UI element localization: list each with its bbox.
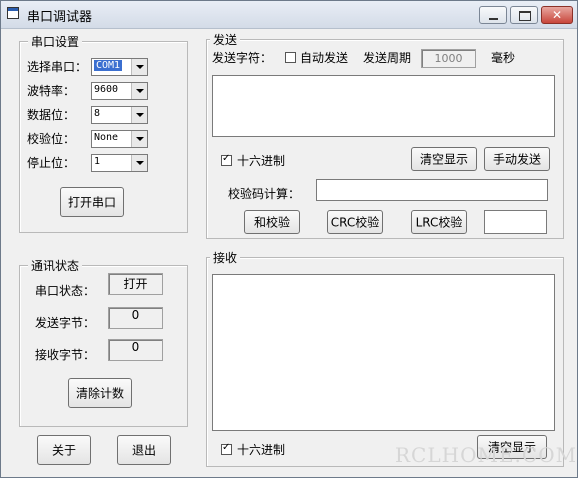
parity-select[interactable]: None [91, 130, 148, 148]
chevron-down-icon[interactable] [131, 155, 147, 171]
unit-label: 毫秒 [491, 51, 516, 65]
stop-bits-select[interactable]: 1 [91, 154, 148, 172]
crc-check-label: CRC校验 [330, 215, 380, 230]
about-label: 关于 [51, 443, 76, 458]
period-label: 发送周期 [363, 51, 412, 65]
stop-bits-label: 停止位： [27, 156, 76, 170]
chevron-down-icon[interactable] [131, 131, 147, 147]
watermark: RCLHOME.COM [395, 443, 578, 467]
sent-bytes-label: 发送字节： [35, 316, 96, 330]
exit-label: 退出 [131, 443, 156, 458]
chevron-down-icon[interactable] [131, 107, 147, 123]
main-window: 串口调试器 串口设置 选择串口： COM1 波特率： 9600 数据位： 8 校… [0, 0, 578, 478]
parity-value: None [94, 132, 119, 143]
minimize-button[interactable] [479, 6, 507, 24]
checksum-label: 校验码计算： [228, 187, 301, 201]
sum-check-label: 和校验 [253, 215, 290, 230]
open-port-label: 打开串口 [67, 195, 116, 210]
lrc-check-button[interactable]: LRC校验 [411, 210, 467, 234]
open-port-button[interactable]: 打开串口 [60, 187, 124, 217]
title-bar: 串口调试器 [1, 1, 577, 29]
clear-count-button[interactable]: 清除计数 [68, 378, 132, 408]
sum-check-button[interactable]: 和校验 [244, 210, 300, 234]
serial-settings-title: 串口设置 [28, 33, 83, 50]
stop-bits-value: 1 [94, 156, 101, 167]
recv-bytes-value: 0 [108, 339, 163, 361]
manual-send-button[interactable]: 手动发送 [484, 147, 550, 171]
send-clear-button[interactable]: 清空显示 [411, 147, 477, 171]
send-clear-label: 清空显示 [419, 152, 468, 167]
send-hex-checkbox[interactable] [221, 153, 232, 166]
receive-textarea[interactable] [212, 274, 555, 431]
baud-label: 波特率： [27, 84, 76, 98]
about-button[interactable]: 关于 [37, 435, 91, 465]
exit-button[interactable]: 退出 [117, 435, 171, 465]
crc-check-button[interactable]: CRC校验 [327, 210, 383, 234]
period-input[interactable]: 1000 [421, 49, 476, 68]
send-group: 发送 [206, 31, 564, 239]
clear-count-label: 清除计数 [75, 386, 124, 401]
data-bits-select[interactable]: 8 [91, 106, 148, 124]
receive-hex-label: 十六进制 [237, 443, 286, 457]
manual-send-label: 手动发送 [492, 152, 541, 167]
port-state-value: 打开 [108, 273, 163, 295]
receive-title: 接收 [210, 249, 241, 266]
check-result-field[interactable] [484, 210, 547, 234]
status-title: 通讯状态 [28, 257, 83, 274]
send-char-label: 发送字符： [212, 51, 273, 65]
recv-bytes-label: 接收字节： [35, 348, 96, 362]
send-title: 发送 [210, 31, 241, 48]
chevron-down-icon[interactable] [131, 59, 147, 75]
auto-send-checkbox[interactable] [285, 52, 296, 63]
chevron-down-icon[interactable] [131, 83, 147, 99]
baud-value: 9600 [94, 84, 119, 95]
window-title: 串口调试器 [27, 10, 93, 25]
data-bits-label: 数据位： [27, 108, 76, 122]
port-state-label: 串口状态： [35, 284, 96, 298]
sent-bytes-value: 0 [108, 307, 163, 329]
send-textarea[interactable] [212, 75, 555, 137]
maximize-button[interactable] [510, 6, 538, 24]
lrc-check-label: LRC校验 [415, 215, 463, 230]
data-bits-value: 8 [94, 108, 101, 119]
app-icon [7, 7, 19, 19]
port-label: 选择串口： [27, 60, 88, 74]
close-button[interactable] [541, 6, 573, 24]
port-select[interactable]: COM1 [91, 58, 148, 76]
parity-label: 校验位： [27, 132, 76, 146]
checksum-input[interactable] [316, 179, 548, 201]
send-hex-label: 十六进制 [237, 154, 286, 168]
auto-send-label: 自动发送 [300, 51, 349, 65]
baud-select[interactable]: 9600 [91, 82, 148, 100]
port-value: COM1 [94, 60, 123, 71]
receive-hex-checkbox[interactable] [221, 442, 232, 455]
